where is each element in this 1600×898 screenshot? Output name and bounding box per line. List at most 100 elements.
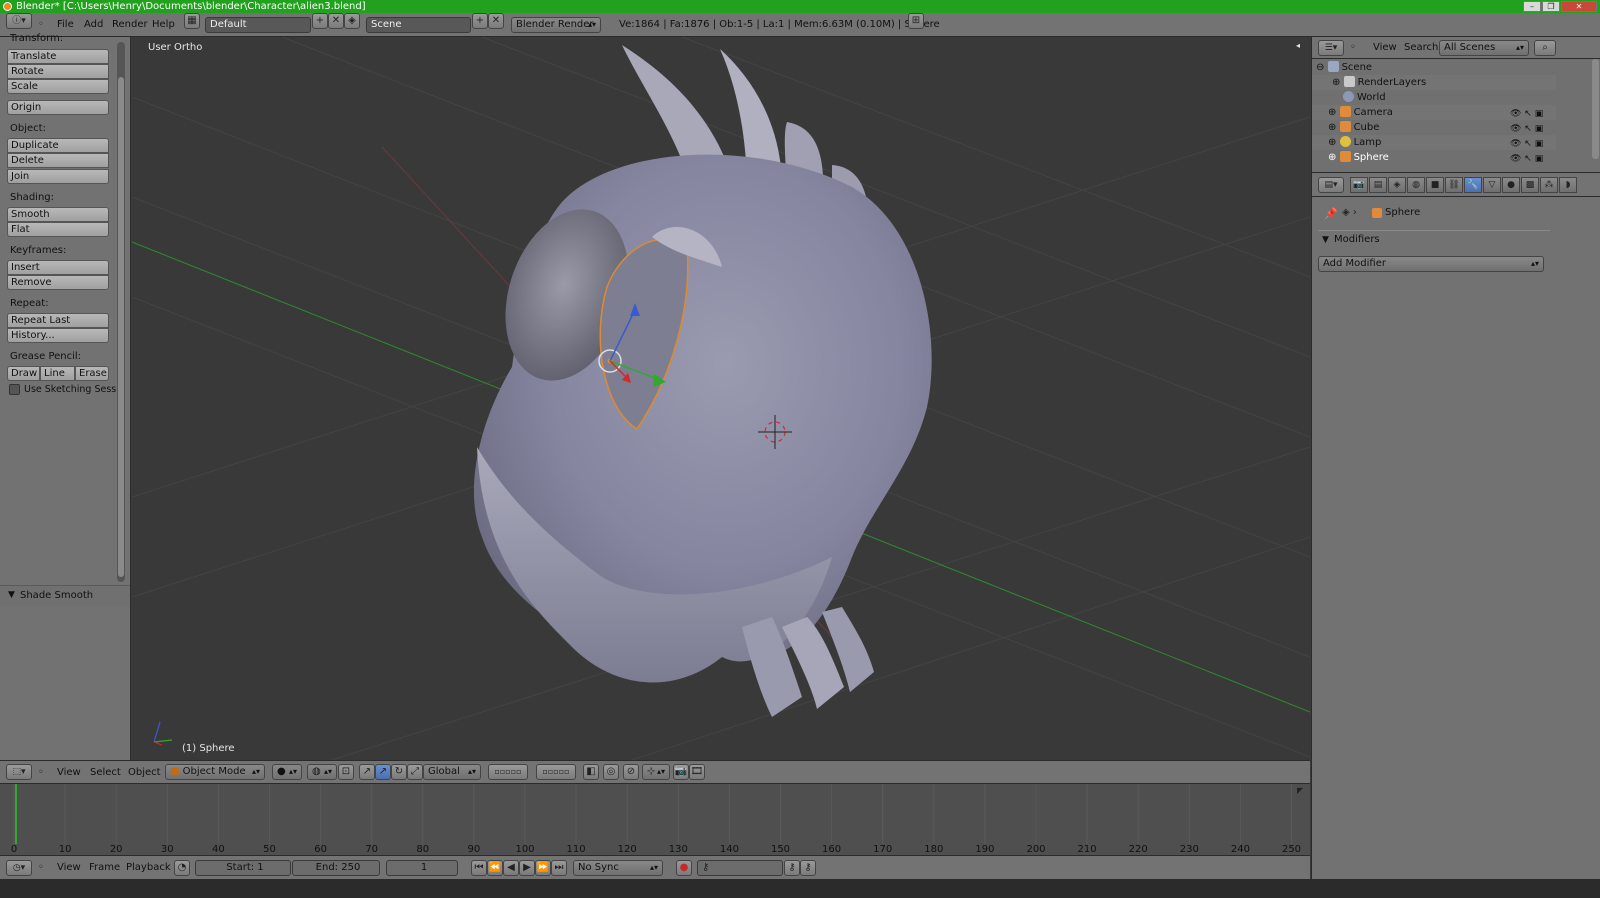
- timeline-corner-icon[interactable]: ◤: [1297, 786, 1303, 795]
- menu-search[interactable]: Search: [1404, 37, 1438, 59]
- render-animation-icon[interactable]: 🎞: [689, 764, 705, 780]
- outliner-item-renderlayers[interactable]: ⊕ RenderLayers: [1312, 75, 1556, 90]
- last-operator-panel[interactable]: ▼ Shade Smooth: [0, 585, 130, 607]
- editor-type-3d-icon[interactable]: ⬚▾: [6, 764, 32, 780]
- tab-particles[interactable]: ⁂: [1540, 177, 1558, 193]
- insert-keyframe-button[interactable]: Insert: [7, 260, 109, 275]
- expand-icon[interactable]: ⊕: [1328, 107, 1336, 118]
- lock-camera-icon[interactable]: ◧: [583, 764, 599, 780]
- screen-layout-icon[interactable]: ▦: [184, 13, 200, 29]
- tool-shelf-scroll-thumb[interactable]: [118, 77, 124, 577]
- layout-field[interactable]: Default: [205, 17, 311, 33]
- display-mode-dropdown[interactable]: All Scenes ▴▾: [1439, 40, 1529, 56]
- origin-button[interactable]: Origin: [7, 100, 109, 115]
- menu-help[interactable]: Help: [152, 13, 175, 37]
- add-scene-icon[interactable]: +: [472, 13, 488, 29]
- tab-object[interactable]: ■: [1426, 177, 1444, 193]
- expand-icon[interactable]: ⊖: [1316, 62, 1324, 73]
- scale-manipulator-icon[interactable]: ⤢: [407, 764, 423, 780]
- visibility-eye-icon[interactable]: 👁 ↖ ▣: [1510, 124, 1543, 134]
- jump-keyframe-back-icon[interactable]: ⏪: [487, 860, 503, 876]
- translate-button[interactable]: Translate: [7, 49, 109, 64]
- add-modifier-dropdown[interactable]: Add Modifier ▴▾: [1318, 256, 1544, 272]
- keying-set-field[interactable]: ⚷: [697, 860, 783, 876]
- insert-keyframe-icon[interactable]: ⚷: [784, 860, 800, 876]
- maximize-button[interactable]: ❐: [1542, 1, 1560, 12]
- visibility-eye-icon[interactable]: 👁 ↖ ▣: [1510, 154, 1543, 164]
- start-frame-field[interactable]: Start: 1: [195, 860, 291, 876]
- menu-object[interactable]: Object: [128, 761, 161, 784]
- 3d-viewport[interactable]: User Ortho (1) Sphere ◂: [132, 37, 1310, 760]
- snap-toggle-icon[interactable]: ⊘: [623, 764, 639, 780]
- rotate-manipulator-icon[interactable]: ↻: [391, 764, 407, 780]
- editor-type-outliner-icon[interactable]: ☰▾: [1318, 40, 1344, 56]
- scene-field[interactable]: Scene: [366, 17, 471, 33]
- menu-render[interactable]: Render: [112, 13, 148, 37]
- tab-texture[interactable]: ▩: [1521, 177, 1539, 193]
- layers-group-1-icon[interactable]: ▫▫▫▫▫: [488, 764, 528, 780]
- sketching-checkbox[interactable]: [9, 384, 20, 395]
- expand-icon[interactable]: ⊕: [1328, 122, 1336, 133]
- collapse-menu-icon[interactable]: ◦: [38, 761, 44, 784]
- tab-constraints[interactable]: ⛓: [1445, 177, 1463, 193]
- menu-select[interactable]: Select: [90, 761, 121, 784]
- line-button[interactable]: Line: [40, 366, 75, 381]
- duplicate-button[interactable]: Duplicate: [7, 138, 109, 153]
- flat-button[interactable]: Flat: [7, 222, 109, 237]
- visibility-eye-icon[interactable]: 👁 ↖ ▣: [1510, 109, 1543, 119]
- menu-view[interactable]: View: [57, 761, 81, 784]
- tab-render-layers[interactable]: ▤: [1369, 177, 1387, 193]
- tab-render[interactable]: 📷: [1350, 177, 1368, 193]
- viewport-shading-dropdown[interactable]: ● ▴▾: [272, 764, 302, 780]
- remove-layout-icon[interactable]: ✕: [328, 13, 344, 29]
- render-engine-dropdown[interactable]: Blender Render ▴▾: [511, 17, 601, 33]
- expand-icon[interactable]: ⊕: [1328, 152, 1336, 163]
- expand-icon[interactable]: ⊕: [1332, 77, 1340, 88]
- record-icon[interactable]: ●: [676, 860, 692, 876]
- repeat-last-button[interactable]: Repeat Last: [7, 313, 109, 328]
- layers-group-2-icon[interactable]: ▫▫▫▫▫: [536, 764, 576, 780]
- manipulator-center-icon[interactable]: ⊡: [338, 764, 354, 780]
- viewport-properties-toggle[interactable]: ◂: [1296, 41, 1300, 50]
- menu-view[interactable]: View: [1373, 37, 1397, 59]
- smooth-button[interactable]: Smooth: [7, 207, 109, 222]
- expand-icon[interactable]: ⊕: [1328, 137, 1336, 148]
- jump-keyframe-forward-icon[interactable]: ⏩: [535, 860, 551, 876]
- collapse-menu-icon[interactable]: ◦: [1350, 37, 1356, 59]
- tab-modifiers[interactable]: 🔧: [1464, 177, 1482, 193]
- render-opengl-icon[interactable]: 📷: [673, 764, 689, 780]
- rotate-button[interactable]: Rotate: [7, 64, 109, 79]
- outliner-item-world[interactable]: World: [1312, 90, 1556, 105]
- remove-keyframe-button[interactable]: Remove: [7, 275, 109, 290]
- delete-button[interactable]: Delete: [7, 153, 109, 168]
- timeline[interactable]: 0 10 20 30 40 50 60 70 80 90 100 110 120 130 140 150 160…: [0, 783, 1310, 855]
- join-button[interactable]: Join: [7, 169, 109, 184]
- pivot-dropdown[interactable]: ◍ ▴▾: [307, 764, 337, 780]
- play-reverse-icon[interactable]: ◀: [503, 860, 519, 876]
- play-icon[interactable]: ▶: [519, 860, 535, 876]
- tab-data[interactable]: ▽: [1483, 177, 1501, 193]
- jump-start-icon[interactable]: ⏮: [471, 860, 487, 876]
- scene-icon[interactable]: ◈: [344, 13, 360, 29]
- minimize-button[interactable]: –: [1523, 1, 1541, 12]
- history-button[interactable]: History...: [7, 328, 109, 343]
- tab-material[interactable]: ●: [1502, 177, 1520, 193]
- sync-dropdown[interactable]: No Sync ▴▾: [573, 860, 663, 876]
- snap-element-dropdown[interactable]: ⊹ ▴▾: [642, 764, 670, 780]
- delete-keyframe-icon[interactable]: ⚷: [800, 860, 816, 876]
- tab-physics[interactable]: ◗: [1559, 177, 1577, 193]
- modifiers-panel-header[interactable]: ▼ Modifiers: [1318, 230, 1550, 250]
- menu-add[interactable]: Add: [84, 13, 103, 37]
- render-preview-icon[interactable]: ⊞: [908, 13, 924, 29]
- close-button[interactable]: ✕: [1561, 1, 1597, 12]
- end-frame-field[interactable]: End: 250: [292, 860, 380, 876]
- draw-button[interactable]: Draw: [7, 366, 40, 381]
- preview-range-icon[interactable]: ◔: [174, 860, 190, 876]
- search-icon[interactable]: ⌕: [1534, 40, 1556, 56]
- scale-button[interactable]: Scale: [7, 79, 109, 94]
- jump-end-icon[interactable]: ⏭: [551, 860, 567, 876]
- editor-type-timeline-icon[interactable]: ◷▾: [6, 860, 32, 876]
- remove-scene-icon[interactable]: ✕: [488, 13, 504, 29]
- pin-icon[interactable]: 📌: [1324, 207, 1338, 220]
- proportional-edit-icon[interactable]: ◎: [603, 764, 619, 780]
